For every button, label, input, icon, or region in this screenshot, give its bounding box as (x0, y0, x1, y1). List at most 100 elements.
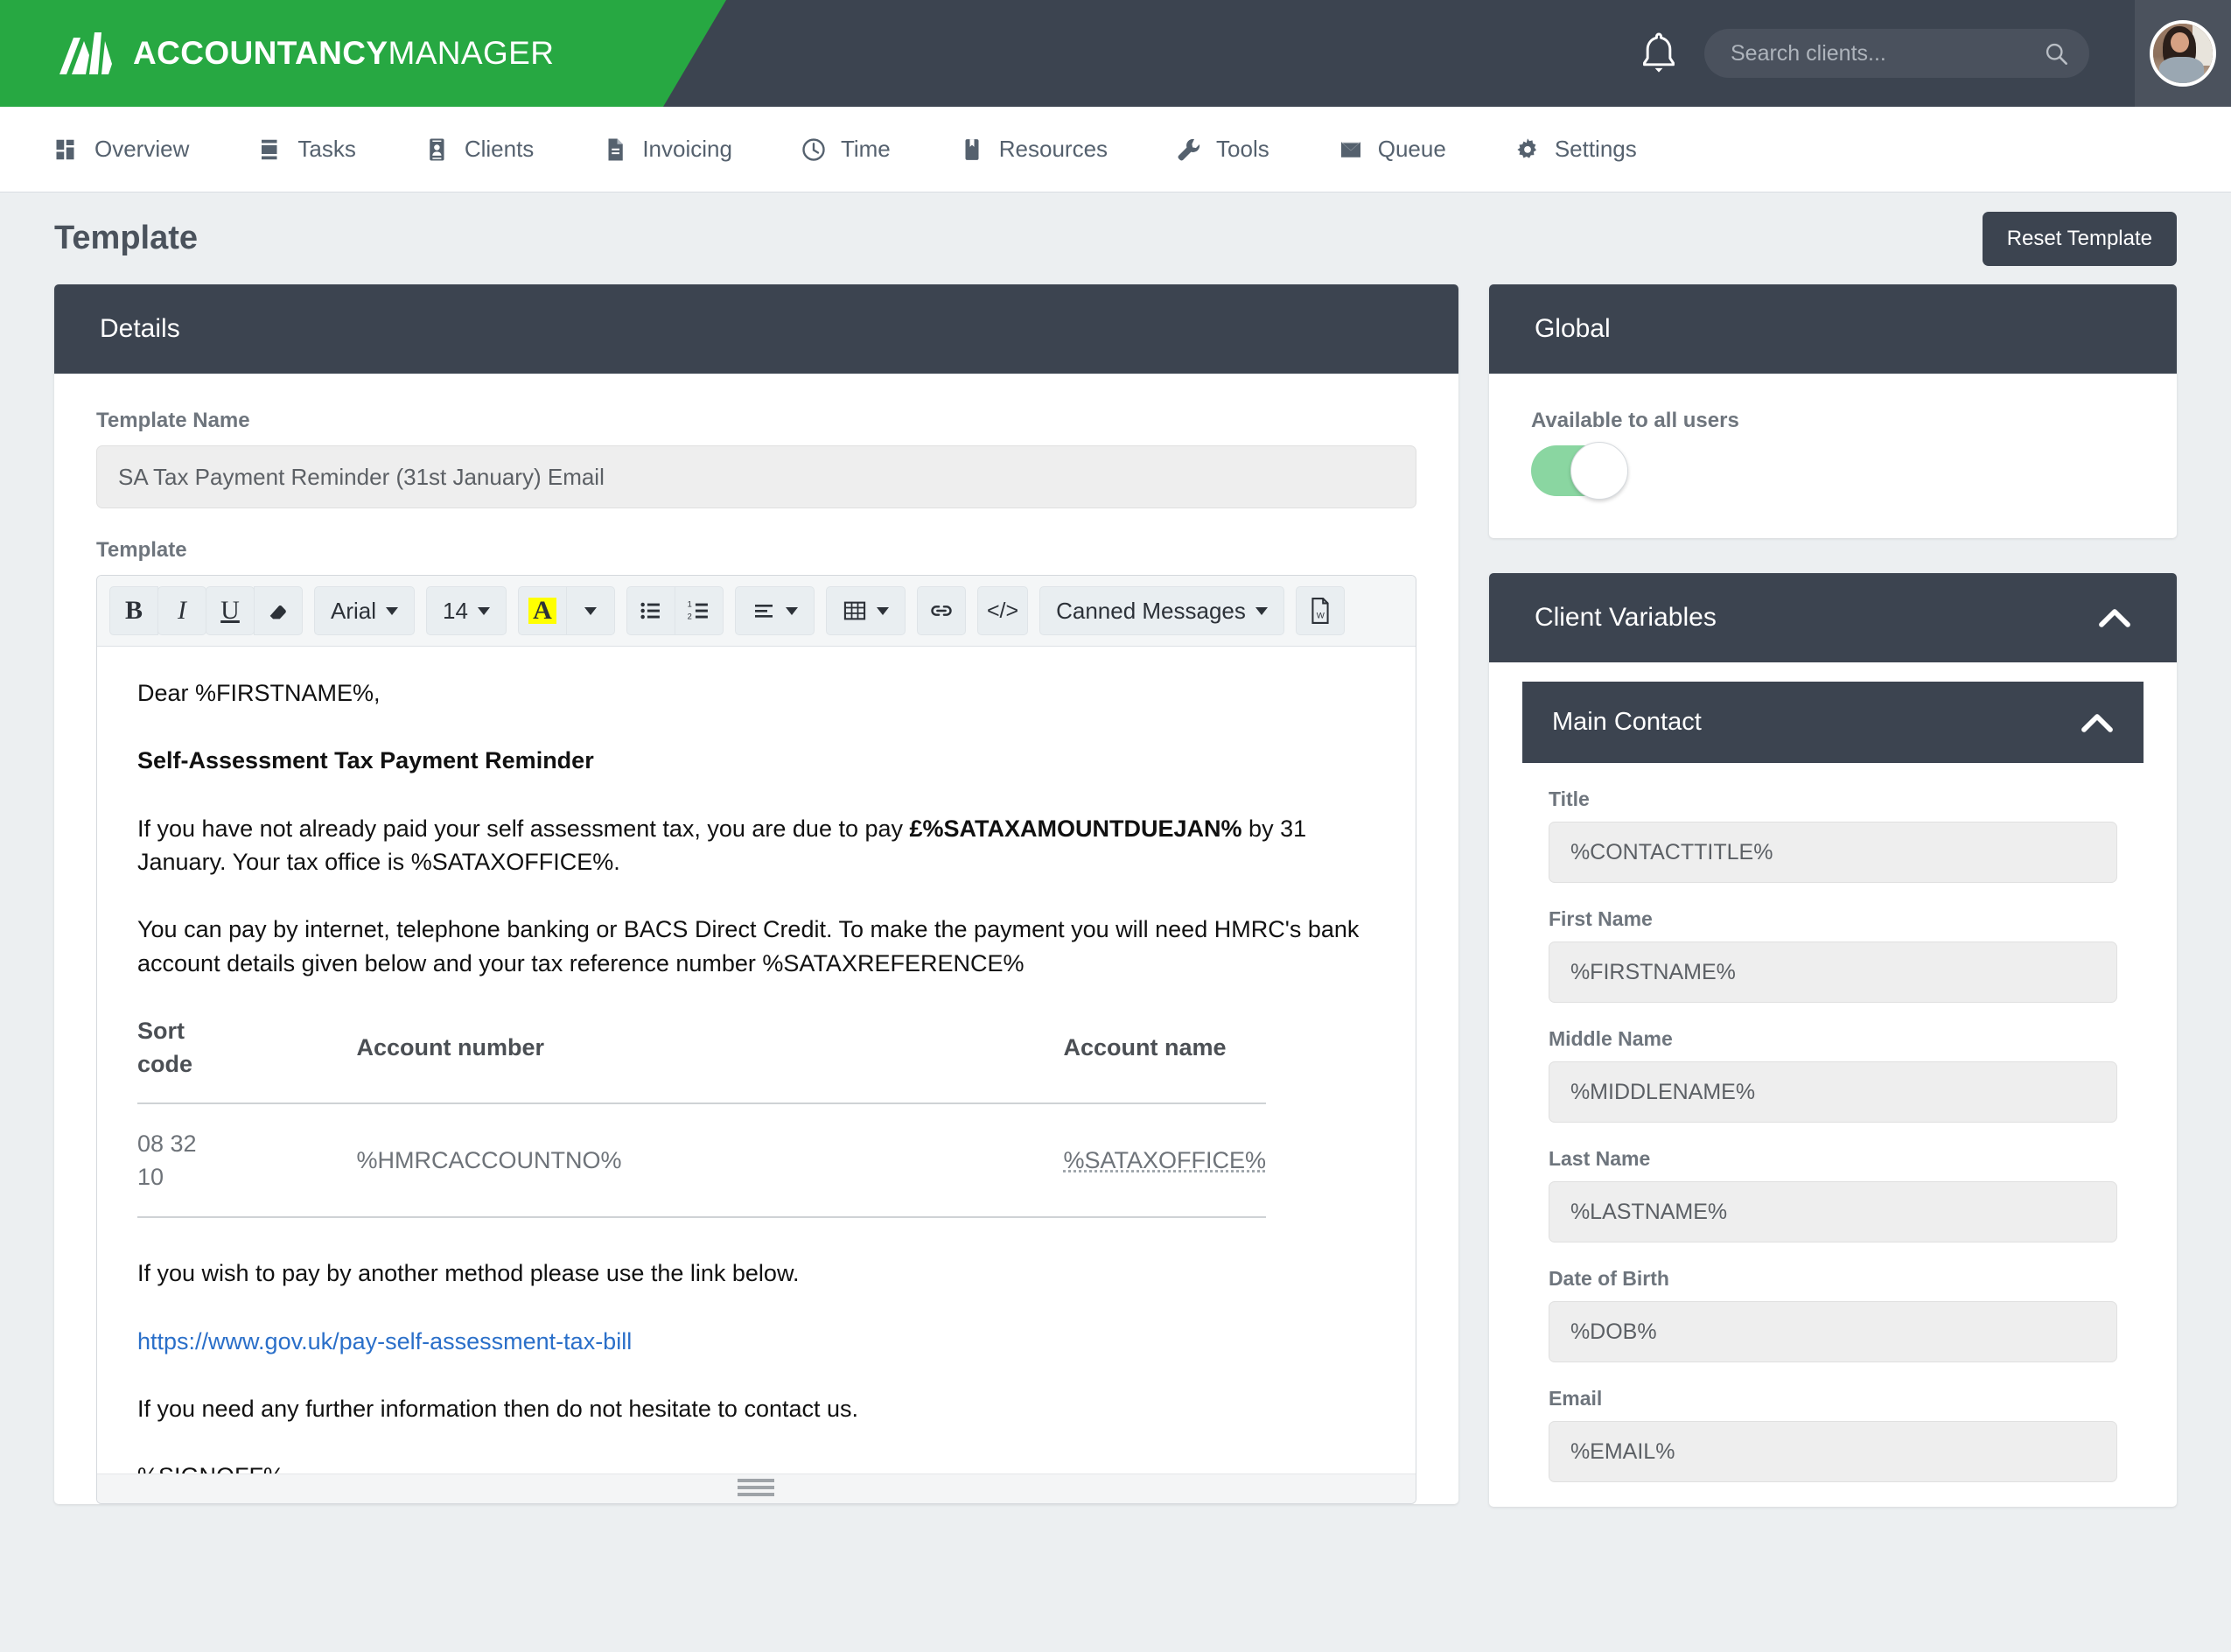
wrench-icon (1178, 138, 1200, 160)
table-row: 08 32 10 %HMRCACCOUNTNO% %SATAXOFFICE% (137, 1102, 1266, 1219)
canned-messages-dropdown[interactable]: Canned Messages (1039, 586, 1284, 635)
chevron-down-icon (386, 606, 399, 615)
accountancy-manager-logo-icon (59, 32, 114, 74)
avatar[interactable] (2150, 20, 2216, 87)
brand-name-bold: ACCOUNTANCY (133, 35, 388, 71)
svg-text:2: 2 (688, 612, 692, 621)
search-box[interactable] (1704, 29, 2089, 78)
pay-tax-bill-link[interactable]: https://www.gov.uk/pay-self-assessment-t… (137, 1328, 632, 1354)
nav-item-time[interactable]: Time (801, 136, 891, 163)
nav-item-tools[interactable]: Tools (1176, 136, 1269, 163)
top-bar: ACCOUNTANCYMANAGER (0, 0, 2231, 107)
editor-content[interactable]: Dear %FIRSTNAME%, Self-Assessment Tax Pa… (97, 647, 1416, 1474)
chevron-down-icon (785, 606, 798, 615)
para1-bold-amount: £%SATAXAMOUNTDUEJAN% (909, 815, 1242, 842)
details-card-title: Details (100, 314, 180, 343)
bullet-list-button[interactable] (626, 586, 675, 635)
source-code-button[interactable]: </> (976, 586, 1029, 635)
text-highlight-dropdown[interactable] (565, 586, 615, 635)
field-input-last-name[interactable]: %LASTNAME% (1548, 1181, 2117, 1242)
page-content: Template Reset Template Details Template… (0, 192, 2231, 1507)
brand-name-light: MANAGER (388, 35, 555, 71)
insert-link-button[interactable] (916, 586, 966, 635)
nav-item-invoicing[interactable]: Invoicing (602, 136, 732, 163)
chevron-down-icon (876, 606, 889, 615)
available-to-all-users-toggle[interactable] (1530, 442, 1628, 500)
editor-toolbar: B I U Arial 14 A 1 2 </> Canned Messages… (97, 576, 1416, 647)
brand-logo[interactable]: ACCOUNTANCYMANAGER (0, 0, 726, 107)
align-button[interactable] (734, 586, 815, 635)
nav-item-overview[interactable]: Overview (54, 136, 189, 163)
main-contact-header[interactable]: Main Contact (1521, 682, 2144, 763)
field-label-date-of-birth: Date of Birth (1548, 1267, 1669, 1290)
editor-subject: Self-Assessment Tax Payment Reminder (137, 747, 594, 774)
chevron-up-icon[interactable] (2098, 607, 2131, 628)
nav-label: Time (840, 136, 891, 162)
global-card-title: Global (1534, 314, 1611, 343)
bell-icon[interactable] (1640, 31, 1678, 76)
text-highlight-button[interactable]: A (517, 586, 567, 635)
font-size-value: 14 (443, 597, 468, 624)
clear-formatting-button[interactable] (254, 586, 303, 635)
table-header-cell: Sort code (137, 1013, 217, 1104)
resize-grip-icon[interactable] (738, 1478, 775, 1500)
field-input-email[interactable]: %EMAIL% (1548, 1421, 2117, 1482)
table-header-cell: Account number (216, 1013, 622, 1104)
rich-text-editor: B I U Arial 14 A 1 2 </> Canned Messages… (96, 575, 1416, 1504)
para1-part-a: If you have not already paid your self a… (137, 815, 910, 842)
nav-item-clients[interactable]: Clients (424, 136, 534, 163)
editor-resize-bar[interactable] (97, 1474, 1416, 1503)
reset-template-button[interactable]: Reset Template (1982, 211, 2177, 266)
nav-item-settings[interactable]: Settings (1514, 136, 1637, 163)
client-variables-card-title: Client Variables (1534, 603, 1717, 632)
page-header: Template Reset Template (54, 192, 2177, 284)
user-menu[interactable] (2135, 0, 2231, 107)
numbered-list-button[interactable]: 1 2 (674, 586, 724, 635)
nav-item-resources[interactable]: Resources (959, 136, 1108, 163)
chevron-up-icon[interactable] (2081, 712, 2114, 733)
table-button[interactable] (825, 586, 906, 635)
field-label-middle-name: Middle Name (1548, 1027, 1673, 1050)
nav-item-tasks[interactable]: Tasks (257, 136, 356, 163)
field-input-middle-name[interactable]: %MIDDLENAME% (1548, 1061, 2117, 1123)
field-label-title: Title (1548, 788, 1590, 810)
nav-item-queue[interactable]: Queue (1338, 136, 1446, 163)
search-input[interactable] (1731, 40, 2044, 66)
available-to-all-users-label: Available to all users (1530, 409, 1739, 432)
global-card: Global Available to all users (1488, 284, 2177, 538)
align-left-icon (754, 605, 773, 618)
bold-button[interactable]: B (109, 586, 158, 635)
template-name-input[interactable]: SA Tax Payment Reminder (31st January) E… (96, 445, 1416, 508)
search-icon[interactable] (2044, 41, 2068, 66)
table-cell-account-name: %SATAXOFFICE% (621, 1102, 1266, 1219)
font-family-select[interactable]: Arial (314, 586, 416, 635)
italic-button[interactable]: I (157, 586, 206, 635)
client-variables-card-header[interactable]: Client Variables (1488, 573, 2177, 662)
document-icon (608, 138, 624, 160)
nav-label: Settings (1554, 136, 1637, 162)
details-column: Details Template Name SA Tax Payment Rem… (54, 284, 1458, 1504)
editor-paragraph-3: If you wish to pay by another method ple… (137, 1260, 800, 1287)
field-input-first-name[interactable]: %FIRSTNAME% (1548, 942, 2117, 1003)
import-word-button[interactable]: W (1295, 586, 1345, 635)
editor-paragraph-2: You can pay by internet, telephone banki… (137, 916, 1360, 976)
underline-button[interactable]: U (206, 586, 255, 635)
link-icon (931, 606, 952, 616)
font-size-select[interactable]: 14 (426, 586, 507, 635)
canned-messages-label: Canned Messages (1056, 597, 1246, 624)
chevron-down-icon (1255, 606, 1268, 615)
bank-details-table: Sort code Account number Account name 08… (137, 1013, 1266, 1219)
field-input-title[interactable]: %CONTACTTITLE% (1548, 822, 2117, 883)
book-icon (965, 138, 979, 160)
main-contact-panel: Main Contact Title %CONTACTTITLE% First … (1521, 682, 2144, 1482)
content-columns: Details Template Name SA Tax Payment Rem… (54, 284, 2177, 1507)
main-contact-title: Main Contact (1551, 708, 1702, 736)
chevron-down-icon (477, 606, 490, 615)
eraser-icon (269, 606, 286, 620)
field-input-date-of-birth[interactable]: %DOB% (1548, 1301, 2117, 1362)
nav-label: Queue (1377, 136, 1446, 162)
font-family-value: Arial (331, 597, 377, 624)
envelope-icon (1340, 141, 1360, 158)
template-label: Template (96, 538, 187, 562)
details-card: Details Template Name SA Tax Payment Rem… (54, 284, 1458, 1504)
